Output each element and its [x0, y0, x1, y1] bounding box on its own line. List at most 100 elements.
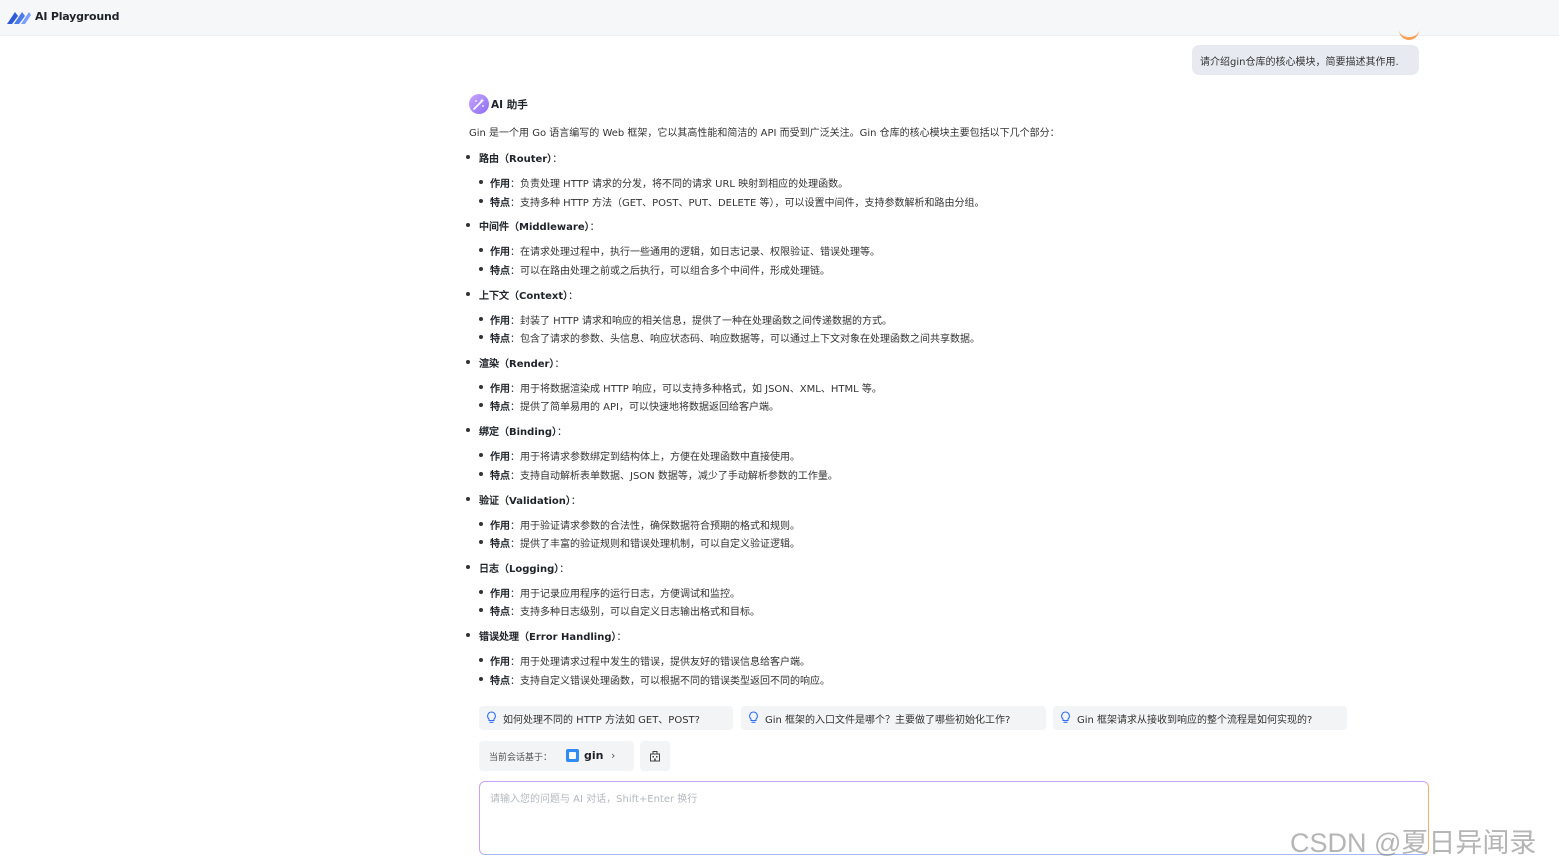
- suggestion-text: Gin 框架的入口文件是哪个？主要做了哪些初始化工作?: [765, 715, 1011, 726]
- item-key: 作用: [490, 247, 510, 259]
- section-title-suffix: ：: [554, 358, 565, 370]
- item-bullet: [479, 335, 483, 340]
- item-bullet: [479, 608, 483, 613]
- section-title-suffix: ：: [568, 290, 579, 302]
- item-text: ：用于验证请求参数的合法性，确保数据符合预期的格式和规则。: [510, 520, 800, 532]
- repo-name: gin: [584, 749, 604, 762]
- suggestion-chip[interactable]: Gin 框架的入口文件是哪个？主要做了哪些初始化工作?: [741, 706, 1046, 730]
- suggestion-chip[interactable]: 如何处理不同的 HTTP 方法如 GET、POST?: [479, 706, 733, 730]
- item-bullet: [479, 676, 483, 681]
- section-title-text: 上下文（Context）: [479, 290, 569, 302]
- section-item: 特点：可以在路由处理之前或之后执行，可以组合多个中间件，形成处理链。: [490, 262, 830, 277]
- item-text: ：包含了请求的参数、头信息、响应状态码、响应数据等，可以通过上下文对象在处理函数…: [510, 334, 980, 346]
- section-title: 日志（Logging）：: [479, 560, 569, 575]
- section-item: 作用：封装了 HTTP 请求和响应的相关信息，提供了一种在处理函数之间传递数据的…: [490, 312, 892, 327]
- item-key: 特点: [490, 334, 510, 346]
- item-text: ：支持多种 HTTP 方法（GET、POST、PUT、DELETE 等），可以设…: [510, 197, 985, 209]
- section-title-text: 日志（Logging）: [479, 563, 560, 575]
- section-bullet: [466, 428, 470, 433]
- item-text: ：用于将请求参数绑定到结构体上，方便在处理函数中直接使用。: [510, 452, 800, 464]
- item-bullet: [479, 266, 483, 271]
- item-text: ：在请求处理过程中，执行一些通用的逻辑，如日志记录、权限验证、错误处理等。: [510, 247, 880, 259]
- item-bullet: [479, 403, 483, 408]
- item-key: 特点: [490, 265, 510, 277]
- section-bullet: [466, 359, 470, 364]
- context-label: 当前会话基于：: [489, 753, 553, 763]
- item-key: 作用: [490, 452, 510, 464]
- section-item: 作用：负责处理 HTTP 请求的分发，将不同的请求 URL 映射到相应的处理函数…: [490, 175, 848, 190]
- chat-input[interactable]: [479, 781, 1429, 855]
- item-text: ：用于记录应用程序的运行日志，方便调试和监控。: [510, 588, 740, 600]
- user-avatar: [1399, 23, 1419, 40]
- item-text: ：提供了丰富的验证规则和错误处理机制，可以自定义验证逻辑。: [510, 539, 800, 550]
- item-text: ：用于将数据渲染成 HTTP 响应，可以支持多种格式，如 JSON、XML、HT…: [510, 383, 882, 395]
- context-settings-button[interactable]: [640, 741, 670, 771]
- item-key: 作用: [490, 588, 510, 600]
- item-bullet: [479, 248, 483, 253]
- section-title-text: 错误处理（Error Handling）: [479, 632, 617, 644]
- item-bullet: [479, 589, 483, 594]
- assistant-avatar-icon: [469, 94, 489, 114]
- repo-icon: [566, 749, 579, 762]
- section-title-text: 中间件（Middleware）: [479, 222, 590, 234]
- item-key: 特点: [490, 675, 510, 687]
- item-key: 特点: [490, 470, 510, 482]
- top-bar: AI Playground: [0, 0, 1559, 40]
- item-bullet: [479, 180, 483, 184]
- section-item: 特点：包含了请求的参数、头信息、响应状态码、响应数据等，可以通过上下文对象在处理…: [490, 330, 980, 345]
- section-bullet: [466, 155, 470, 159]
- item-key: 特点: [490, 402, 510, 414]
- section-item: 作用：用于记录应用程序的运行日志，方便调试和监控。: [490, 585, 740, 600]
- item-bullet: [479, 658, 483, 663]
- item-key: 特点: [490, 197, 510, 209]
- section-title: 渲染（Render）：: [479, 355, 564, 370]
- section-title: 中间件（Middleware）：: [479, 218, 600, 233]
- brand-logo-icon[interactable]: [6, 9, 32, 25]
- item-text: ：支持多种日志级别，可以自定义日志输出格式和目标。: [510, 607, 760, 619]
- item-key: 特点: [490, 607, 510, 619]
- section-item: 特点：支持自动解析表单数据、JSON 数据等，减少了手动解析参数的工作量。: [490, 467, 838, 482]
- building-icon: [650, 751, 660, 762]
- item-text: ：提供了简单易用的 API，可以快速地将数据返回给客户端。: [510, 402, 779, 414]
- section-title: 上下文（Context）：: [479, 287, 578, 302]
- section-title: 验证（Validation）：: [479, 492, 581, 507]
- section-title: 绑定（Binding）：: [479, 423, 567, 438]
- item-key: 特点: [490, 539, 510, 550]
- section-bullet: [466, 633, 470, 638]
- section-item: 作用：用于将请求参数绑定到结构体上，方便在处理函数中直接使用。: [490, 448, 800, 463]
- section-title-text: 路由（Router）: [479, 154, 553, 165]
- item-bullet: [479, 540, 483, 544]
- section-title-suffix: ：: [616, 632, 627, 644]
- section-bullet: [466, 496, 470, 501]
- lightbulb-icon: [1061, 711, 1070, 723]
- item-bullet: [479, 384, 483, 389]
- section-item: 作用：用于验证请求参数的合法性，确保数据符合预期的格式和规则。: [490, 517, 800, 532]
- section-item: 特点：支持多种日志级别，可以自定义日志输出格式和目标。: [490, 603, 760, 618]
- section-title-text: 渲染（Render）: [479, 358, 555, 370]
- section-title-suffix: ：: [570, 495, 581, 507]
- section-item: 作用：用于将数据渲染成 HTTP 响应，可以支持多种格式，如 JSON、XML、…: [490, 380, 882, 395]
- lightbulb-icon: [749, 711, 758, 723]
- item-key: 作用: [490, 315, 510, 327]
- suggestion-chip[interactable]: Gin 框架请求从接收到响应的整个流程是如何实现的?: [1053, 706, 1347, 730]
- section-bullet: [466, 291, 470, 296]
- section-title-text: 验证（Validation）: [479, 495, 571, 507]
- user-message-bubble: 请介绍gin仓库的核心模块，简要描述其作用.: [1192, 45, 1419, 75]
- item-key: 作用: [490, 520, 510, 532]
- section-title-suffix: ：: [589, 222, 600, 234]
- item-key: 作用: [490, 657, 510, 669]
- item-text: ：支持自动解析表单数据、JSON 数据等，减少了手动解析参数的工作量。: [510, 470, 838, 482]
- section-item: 作用：在请求处理过程中，执行一些通用的逻辑，如日志记录、权限验证、错误处理等。: [490, 243, 880, 258]
- suggestion-text: Gin 框架请求从接收到响应的整个流程是如何实现的?: [1077, 715, 1313, 726]
- section-title-suffix: ：: [559, 563, 570, 575]
- item-key: 作用: [490, 179, 510, 190]
- item-text: ：负责处理 HTTP 请求的分发，将不同的请求 URL 映射到相应的处理函数。: [510, 179, 849, 190]
- section-title-suffix: ：: [552, 154, 563, 165]
- item-bullet: [479, 453, 483, 458]
- section-title-suffix: ：: [557, 427, 568, 439]
- context-selector[interactable]: 当前会话基于： gin ›: [479, 741, 634, 771]
- assistant-name: AI 助手: [491, 99, 528, 111]
- item-text: ：可以在路由处理之前或之后执行，可以组合多个中间件，形成处理链。: [510, 265, 830, 277]
- section-item: 作用：用于处理请求过程中发生的错误，提供友好的错误信息给客户端。: [490, 653, 810, 668]
- item-text: ：用于处理请求过程中发生的错误，提供友好的错误信息给客户端。: [510, 657, 810, 669]
